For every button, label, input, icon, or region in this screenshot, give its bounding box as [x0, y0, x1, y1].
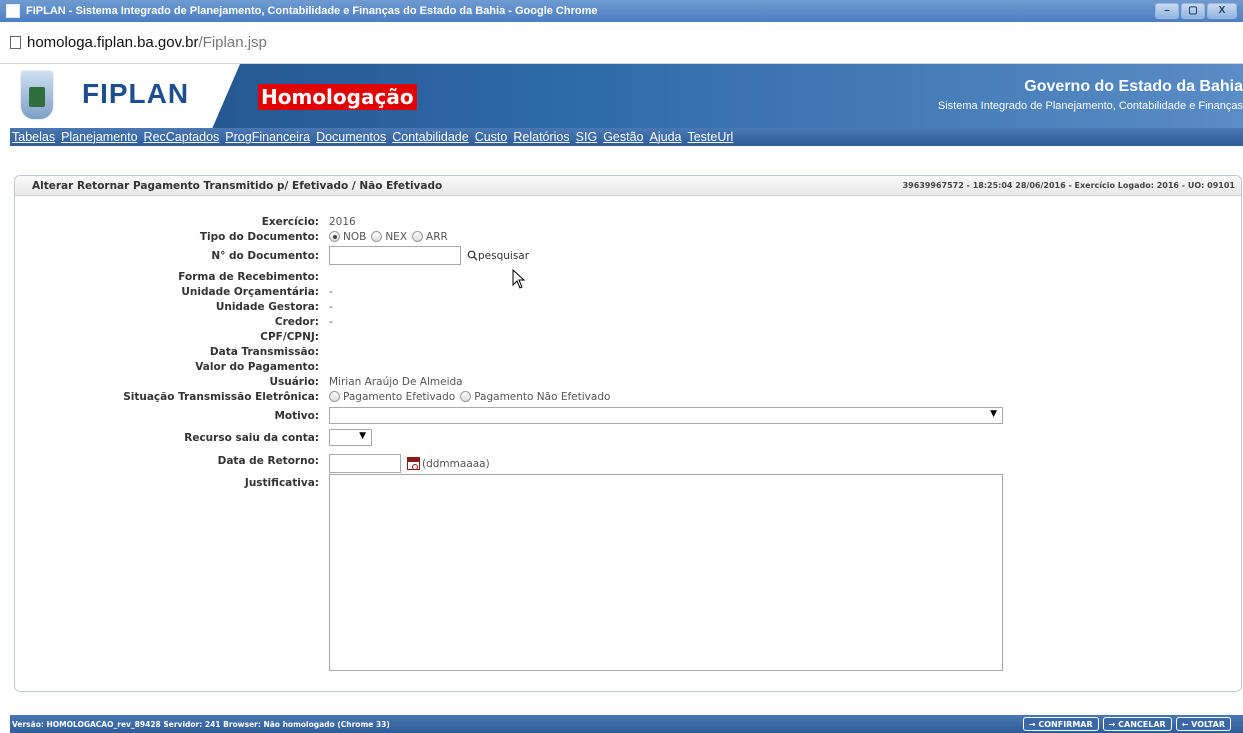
government-name: Governo do Estado da Bahia — [1024, 78, 1243, 95]
header-banner: FIPLAN Homologação Governo do Estado da … — [10, 64, 1243, 128]
footer-actions: → CONFIRMAR → CANCELAR ← VOLTAR — [1022, 717, 1231, 731]
address-bar[interactable]: homologa.fiplan.ba.gov.br/Fiplan.jsp — [0, 22, 1243, 64]
fiplan-logo: FIPLAN — [82, 78, 190, 109]
ug-label: Unidade Gestora: — [215, 300, 319, 313]
motivo-label: Motivo: — [274, 409, 319, 422]
radio-nob-label: NOB — [343, 230, 367, 243]
recurso-label: Recurso saiu da conta: — [184, 431, 319, 444]
voltar-button[interactable]: ← VOLTAR — [1175, 717, 1231, 731]
radio-nex-label: NEX — [385, 230, 408, 243]
version-info: Versão: HOMOLOGACAO_rev_89428 Servidor: … — [12, 719, 390, 729]
credor-value: - — [329, 315, 333, 328]
date-format-hint: (ddmmaaaa) — [422, 457, 490, 470]
usuario-label: Usuário: — [269, 375, 319, 388]
data-transmissao-label: Data Transmissão: — [209, 345, 319, 358]
tipo-label: Tipo do Documento: — [199, 230, 319, 243]
menu-item-gestão[interactable]: Gestão — [603, 130, 643, 144]
pesquisar-label: pesquisar — [478, 249, 530, 262]
url-host: homologa.fiplan.ba.gov.br — [27, 34, 199, 51]
pesquisar-link[interactable]: pesquisar — [467, 250, 529, 262]
window-titlebar: FIPLAN - Sistema Integrado de Planejamen… — [0, 0, 1243, 22]
panel-title: Alterar Retornar Pagamento Transmitido p… — [32, 179, 443, 192]
menu-item-contabilidade[interactable]: Contabilidade — [392, 130, 468, 144]
dropdown-arrow-icon: ▼ — [359, 431, 366, 441]
window-controls: – ▢ X — [1155, 3, 1237, 19]
data-retorno-input[interactable] — [329, 454, 401, 473]
app-icon — [6, 4, 20, 18]
menu-item-sig[interactable]: SIG — [576, 130, 598, 144]
motivo-select[interactable]: ▼ — [329, 407, 1003, 424]
menu-item-reccaptados[interactable]: RecCaptados — [144, 130, 220, 144]
ug-value: - — [329, 300, 333, 313]
calendar-icon[interactable] — [407, 457, 420, 470]
menu-item-custo[interactable]: Custo — [475, 130, 508, 144]
radio-arr-label: ARR — [426, 230, 448, 243]
url-path: /Fiplan.jsp — [198, 34, 267, 51]
cancelar-button[interactable]: → CANCELAR — [1102, 717, 1172, 731]
radio-nex[interactable] — [371, 231, 383, 242]
page-icon — [10, 36, 21, 49]
menu-item-testeurl[interactable]: TesteUrl — [687, 130, 733, 144]
justificativa-textarea[interactable] — [329, 474, 1003, 671]
row-tipo: Tipo do Documento: NOB NEX ARR — [15, 229, 1241, 244]
menu-item-planejamento[interactable]: Planejamento — [61, 130, 137, 144]
valor-label: Valor do Pagamento: — [195, 360, 319, 373]
panel-header: Alterar Retornar Pagamento Transmitido p… — [15, 176, 1241, 196]
credor-label: Credor: — [274, 315, 319, 328]
radio-pagamento-nao-efetivado[interactable] — [460, 391, 472, 402]
radio-efetivado-label: Pagamento Efetivado — [343, 390, 456, 403]
radio-nao-efetivado-label: Pagamento Não Efetivado — [474, 390, 611, 403]
numero-label: N° do Documento: — [211, 249, 319, 262]
menu-item-documentos[interactable]: Documentos — [316, 130, 386, 144]
minimize-button[interactable]: – — [1155, 3, 1179, 19]
row-data-transmissao: Data Transmissão: — [15, 344, 1241, 359]
usuario-value: Mirian Araújo De Almeida — [329, 375, 463, 388]
row-recurso: Recurso saiu da conta: ▼ — [15, 429, 1241, 446]
row-situacao: Situação Transmissão Eletrônica: Pagamen… — [15, 389, 1241, 404]
window-title: FIPLAN - Sistema Integrado de Planejamen… — [26, 5, 598, 17]
situacao-label: Situação Transmissão Eletrônica: — [123, 390, 319, 403]
row-usuario: Usuário: Mirian Araújo De Almeida — [15, 374, 1241, 389]
main-menu: Tabelas Planejamento RecCaptados ProgFinanc… — [10, 128, 1243, 146]
mouse-cursor-icon — [512, 269, 526, 289]
row-motivo: Motivo: ▼ — [15, 407, 1241, 424]
recurso-select[interactable]: ▼ — [329, 429, 372, 446]
radio-pagamento-efetivado[interactable] — [329, 391, 340, 402]
exercicio-label: Exercício: — [261, 215, 319, 228]
row-cpf: CPF/CPNJ: — [15, 329, 1241, 344]
row-data-retorno: Data de Retorno: (ddmmaaaa) — [15, 453, 1241, 473]
exercicio-value: 2016 — [329, 215, 356, 228]
radio-arr[interactable] — [412, 231, 424, 242]
forma-label: Forma de Recebimento: — [178, 270, 319, 283]
status-footer: Versão: HOMOLOGACAO_rev_89428 Servidor: … — [10, 715, 1243, 733]
maximize-button[interactable]: ▢ — [1181, 3, 1205, 19]
row-exercicio: Exercício: 2016 — [15, 214, 1241, 229]
radio-nob[interactable] — [329, 231, 340, 242]
menu-item-ajuda[interactable]: Ajuda — [650, 130, 682, 144]
cpf-label: CPF/CPNJ: — [260, 330, 319, 343]
session-info: 39639967572 - 18:25:04 28/06/2016 - Exer… — [902, 181, 1235, 190]
row-forma: Forma de Recebimento: — [15, 269, 1241, 284]
menu-item-tabelas[interactable]: Tabelas — [12, 130, 55, 144]
confirmar-button[interactable]: → CONFIRMAR — [1022, 717, 1099, 731]
row-valor: Valor do Pagamento: — [15, 359, 1241, 374]
menu-item-relatórios[interactable]: Relatórios — [513, 130, 569, 144]
menu-item-progfinanceira[interactable]: ProgFinanceira — [225, 130, 310, 144]
justificativa-label: Justificativa: — [244, 476, 319, 489]
numero-documento-input[interactable] — [329, 246, 461, 265]
uo-label: Unidade Orçamentária: — [181, 285, 319, 298]
row-numero: N° do Documento: pesquisar — [15, 246, 1241, 265]
form-panel: Alterar Retornar Pagamento Transmitido p… — [14, 175, 1242, 692]
uo-value: - — [329, 285, 333, 298]
data-retorno-label: Data de Retorno: — [217, 454, 319, 467]
bahia-crest-icon — [20, 70, 54, 120]
system-name: Sistema Integrado de Planejamento, Conta… — [937, 100, 1243, 112]
close-button[interactable]: X — [1207, 3, 1237, 19]
dropdown-arrow-icon: ▼ — [990, 409, 997, 419]
environment-badge: Homologação — [258, 84, 417, 110]
search-icon — [467, 250, 478, 261]
row-ug: Unidade Gestora: - — [15, 299, 1241, 314]
row-credor: Credor: - — [15, 314, 1241, 329]
row-uo: Unidade Orçamentária: - — [15, 284, 1241, 299]
